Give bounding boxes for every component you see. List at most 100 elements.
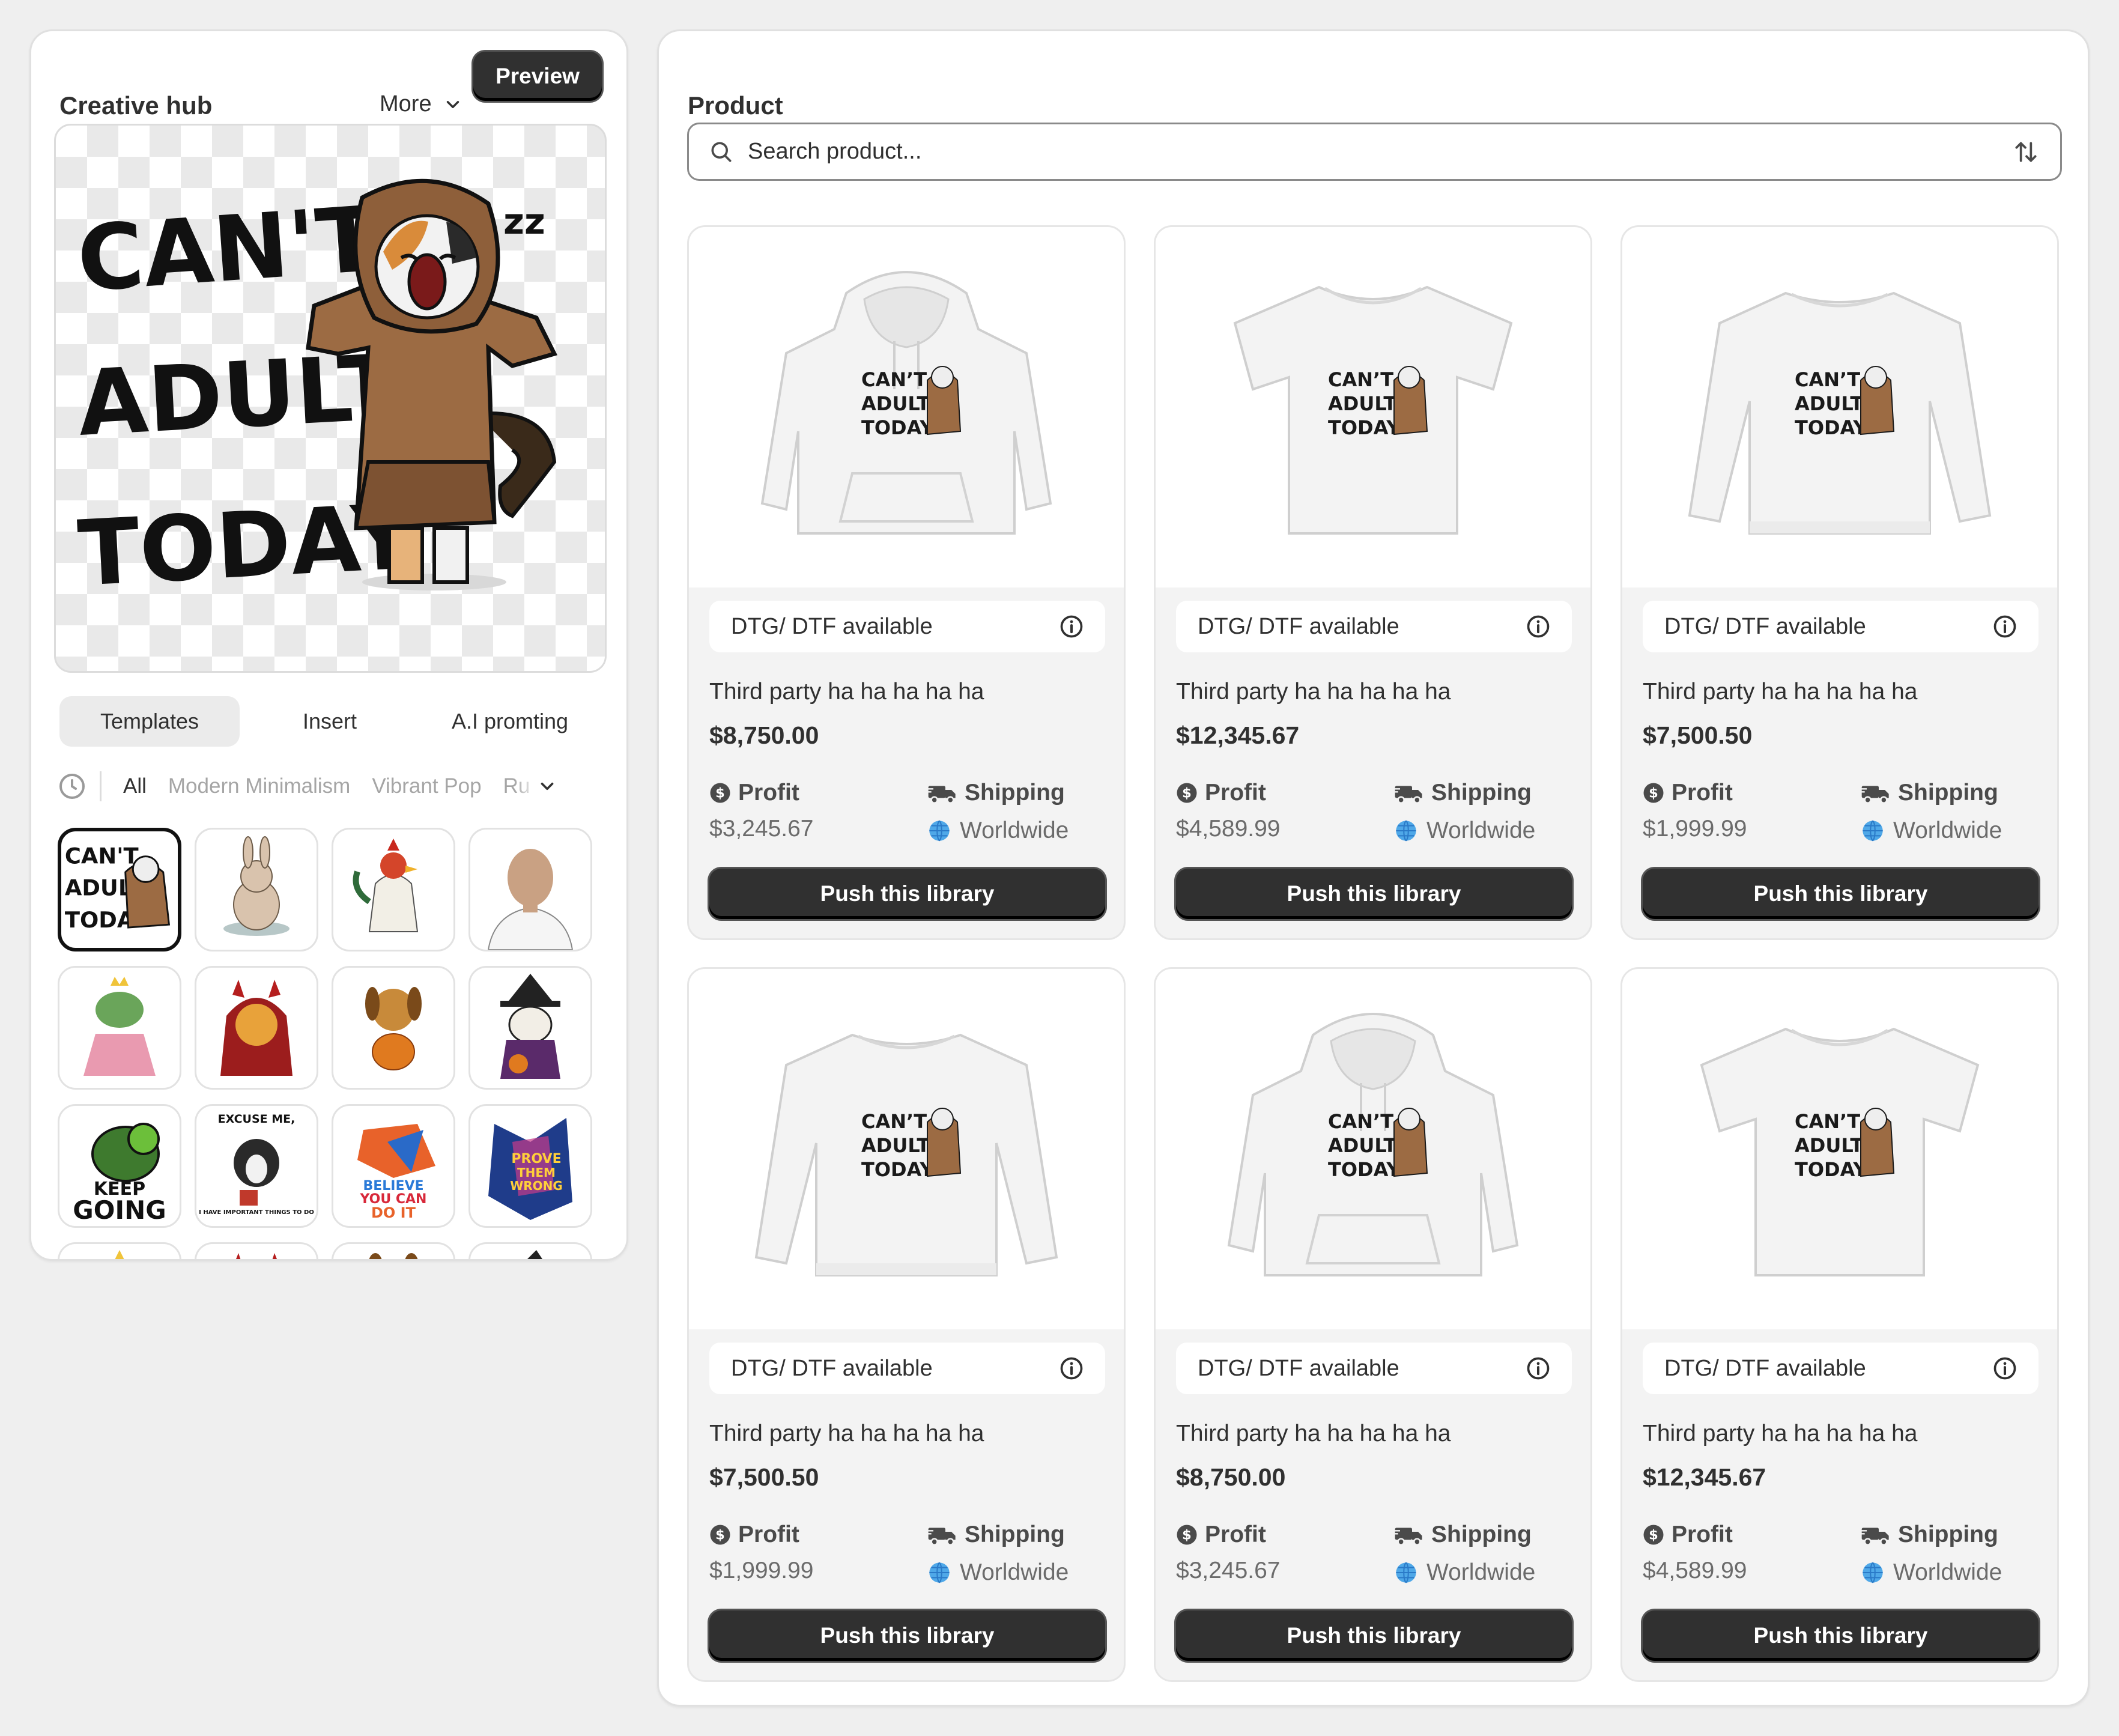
globe-icon <box>929 1562 950 1583</box>
product-image[interactable]: CAN’T ADULT TODAY <box>689 969 1124 1329</box>
thumb-excuse-me: EXCUSE ME, <box>218 1112 296 1126</box>
tab-insert[interactable]: Insert <box>240 696 420 747</box>
shipping-value: Worldwide <box>960 818 1069 843</box>
push-library-button[interactable]: Push this library <box>1176 1610 1572 1661</box>
svg-text:TODAY: TODAY <box>1328 416 1401 439</box>
truck-icon <box>927 1528 956 1546</box>
template-crocodile-princess[interactable] <box>58 966 181 1090</box>
info-icon[interactable] <box>1058 613 1085 640</box>
search-icon <box>711 142 732 162</box>
dollar-icon: $ <box>710 783 730 803</box>
product-card[interactable]: CAN’T ADULT TODAY DTG/ DTF available Third… <box>687 967 1126 1682</box>
product-price: $7,500.50 <box>709 1463 819 1491</box>
profit-label-group: $ Profit <box>1643 780 1733 806</box>
availability-label: DTG/ DTF available <box>731 613 933 639</box>
push-library-button[interactable]: Push this library <box>709 869 1105 919</box>
filter-all[interactable]: All <box>123 774 147 798</box>
product-panel: Product CAN’TADULTTODAY DTG/ DTF availab… <box>657 29 2090 1707</box>
product-image[interactable]: CAN’T ADULT TODAY <box>1156 227 1590 587</box>
product-image[interactable]: CAN’T ADULT TODAY <box>1622 227 2057 587</box>
profit-value: $4,589.99 <box>1643 1558 1747 1583</box>
svg-text:$: $ <box>1182 1528 1192 1543</box>
filter-divider <box>100 771 102 801</box>
thumb-important-things: I HAVE IMPORTANT THINGS TO DO <box>199 1209 314 1216</box>
truck-icon <box>1861 786 1889 804</box>
product-image[interactable]: CAN’T ADULT TODAY <box>1156 969 1590 1329</box>
info-icon[interactable] <box>1992 613 2018 640</box>
svg-text:$: $ <box>1182 786 1192 801</box>
template-partial[interactable] <box>58 1242 181 1259</box>
globe-icon <box>1863 1562 1883 1583</box>
template-partial[interactable] <box>195 1242 318 1259</box>
design-artwork: CAN'T ADULT TODAY zz <box>74 178 558 607</box>
svg-text:ADULT: ADULT <box>1795 392 1863 415</box>
dollar-icon: $ <box>1177 783 1197 803</box>
shipping-value-group: Worldwide <box>1861 1559 2002 1586</box>
search-bar <box>687 123 2062 181</box>
profit-value: $3,245.67 <box>709 816 814 842</box>
thumb-going: GOING <box>73 1195 166 1225</box>
product-image[interactable]: CAN’T ADULT TODAY <box>1622 969 2057 1329</box>
svg-text:ADULT: ADULT <box>1795 1134 1863 1157</box>
svg-text:TODAY: TODAY <box>1795 1158 1867 1181</box>
availability-label: DTG/ DTF available <box>1664 613 1866 639</box>
design-canvas[interactable]: CAN'T ADULT TODAY zz <box>54 124 607 673</box>
info-icon[interactable] <box>1525 613 1551 640</box>
push-library-button[interactable]: Push this library <box>1176 869 1572 919</box>
template-partial[interactable] <box>332 1242 455 1259</box>
shipping-value: Worldwide <box>1893 818 2002 843</box>
product-card[interactable]: CAN’T ADULT TODAY DTG/ DTF available Third… <box>1154 225 1592 940</box>
template-believe-you-can-fox[interactable]: BELIEVE YOU CAN DO IT <box>332 1104 455 1228</box>
template-rooster-ghost[interactable] <box>332 828 455 951</box>
product-image[interactable]: CAN’T ADULT TODAY <box>689 227 1124 587</box>
shipping-label: Shipping <box>965 1522 1065 1547</box>
chevron-down-icon[interactable] <box>537 776 557 797</box>
push-library-button[interactable]: Push this library <box>709 1610 1105 1661</box>
filter-modern-minimalism[interactable]: Modern Minimalism <box>168 774 350 798</box>
creative-tabs: Templates Insert A.I promting <box>59 696 600 747</box>
tab-ai-prompting[interactable]: A.I promting <box>420 696 600 747</box>
creative-hub-title: Creative hub <box>59 91 213 120</box>
dollar-icon: $ <box>1177 1525 1197 1545</box>
tab-templates[interactable]: Templates <box>59 696 240 747</box>
profit-label-group: $ Profit <box>709 1522 799 1548</box>
info-icon[interactable] <box>1992 1355 2018 1382</box>
template-excuse-me-dog[interactable]: EXCUSE ME, I HAVE IMPORTANT THINGS TO DO <box>195 1104 318 1228</box>
artwork-text-line2: ADULT <box>76 335 402 457</box>
more-button[interactable]: More <box>380 91 463 117</box>
availability-badge: DTG/ DTF available <box>1176 1343 1572 1394</box>
info-icon[interactable] <box>1525 1355 1551 1382</box>
profit-value: $3,245.67 <box>1176 1558 1281 1583</box>
template-cant-adult-today[interactable]: CAN'T ADULT TODAY <box>58 828 181 951</box>
template-prove-them-wrong-wolf[interactable]: PROVE THEM WRONG <box>468 1104 592 1228</box>
sort-icon[interactable] <box>2011 137 2041 167</box>
template-keep-going-turtle[interactable]: KEEP GOING <box>58 1104 181 1228</box>
product-card[interactable]: CAN’T ADULT TODAY DTG/ DTF available Third… <box>1154 967 1592 1682</box>
template-dog-pumpkin[interactable] <box>332 966 455 1090</box>
profit-label-group: $ Profit <box>1176 1522 1266 1548</box>
template-devil-chick[interactable] <box>195 966 318 1090</box>
profit-value: $1,999.99 <box>1643 816 1747 842</box>
push-library-button[interactable]: Push this library <box>1643 1610 2039 1661</box>
svg-text:CAN’T: CAN’T <box>861 1110 927 1133</box>
filter-ru[interactable]: Ru <box>503 774 539 798</box>
product-card[interactable]: CAN’T ADULT TODAY DTG/ DTF available Third… <box>687 225 1126 940</box>
template-football-player[interactable] <box>468 828 592 951</box>
profit-label-group: $ Profit <box>1643 1522 1733 1548</box>
svg-text:$: $ <box>1649 786 1658 801</box>
template-bunny-meditating[interactable] <box>195 828 318 951</box>
template-partial[interactable] <box>468 1242 592 1259</box>
clock-icon[interactable] <box>58 772 86 801</box>
product-card[interactable]: CAN’T ADULT TODAY DTG/ DTF available Third… <box>1620 225 2059 940</box>
search-input[interactable] <box>748 139 2011 165</box>
svg-text:CAN’T: CAN’T <box>1328 368 1393 391</box>
template-cow-witch[interactable] <box>468 966 592 1090</box>
push-library-button[interactable]: Push this library <box>1643 869 2039 919</box>
product-card[interactable]: CAN’T ADULT TODAY DTG/ DTF available Third… <box>1620 967 2059 1682</box>
availability-label: DTG/ DTF available <box>731 1355 933 1381</box>
svg-text:TODAY: TODAY <box>861 1158 934 1181</box>
preview-button[interactable]: Preview <box>473 52 602 101</box>
profit-label-group: $ Profit <box>1176 780 1266 806</box>
info-icon[interactable] <box>1058 1355 1085 1382</box>
filter-vibrant-pop[interactable]: Vibrant Pop <box>372 774 481 798</box>
